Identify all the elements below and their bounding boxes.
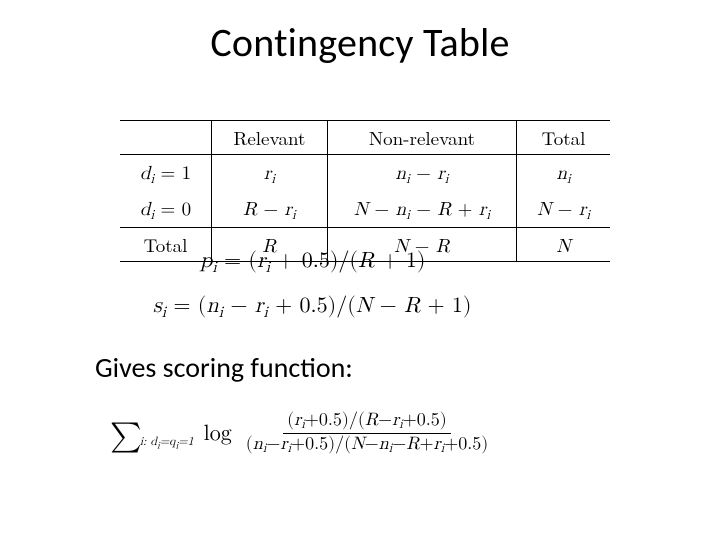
cell-NnRr: N − ni − R + ri: [327, 191, 516, 228]
header-blank: [120, 121, 211, 155]
slide: Contingency Table Relevant Non-relevant …: [0, 0, 720, 540]
log-label: log: [204, 421, 232, 447]
sigma-icon: ∑: [110, 418, 142, 454]
cell-r: ri: [211, 155, 327, 192]
page-title: Contingency Table: [0, 18, 720, 67]
fraction: (ri+0.5)/(R−ri+0.5) (ni−ri+0.5)/(N−ni−R+…: [242, 410, 492, 457]
cell-n: ni: [517, 155, 610, 192]
cell-total-N: N: [517, 228, 610, 262]
numerator: (ri+0.5)/(R−ri+0.5): [283, 410, 451, 434]
header-total: Total: [517, 121, 610, 155]
header-relevant: Relevant: [211, 121, 327, 155]
subtitle: Gives scoring function:: [95, 350, 353, 385]
table-row: di = 0 R − ri N − ni − R + ri N − ri: [120, 191, 610, 228]
cell-d1: di = 1: [120, 155, 211, 192]
cell-n-r: ni − ri: [327, 155, 516, 192]
header-nonrelevant: Non-relevant: [327, 121, 516, 155]
equation-p: pi = (ri + 0.5)/(R + 1): [200, 248, 425, 278]
cell-d0: di = 0: [120, 191, 211, 228]
denominator: (ni−ri+0.5)/(N−ni−R+ri+0.5): [242, 434, 492, 457]
cell-Rr: R − ri: [211, 191, 327, 228]
cell-Nr: N − ri: [517, 191, 610, 228]
equation-s: si = (ni − ri + 0.5)/(N − R + 1): [153, 293, 472, 323]
scoring-equation: ∑ i: di=qi=1 log (ri+0.5)/(R−ri+0.5) (ni…: [110, 410, 492, 457]
table-row: di = 1 ri ni − ri ni: [120, 155, 610, 192]
table-header-row: Relevant Non-relevant Total: [120, 121, 610, 155]
cell-total-label: Total: [120, 228, 211, 262]
sum-index: i: di=qi=1: [140, 435, 194, 451]
contingency-table: Relevant Non-relevant Total di = 1 ri ni…: [120, 120, 610, 262]
